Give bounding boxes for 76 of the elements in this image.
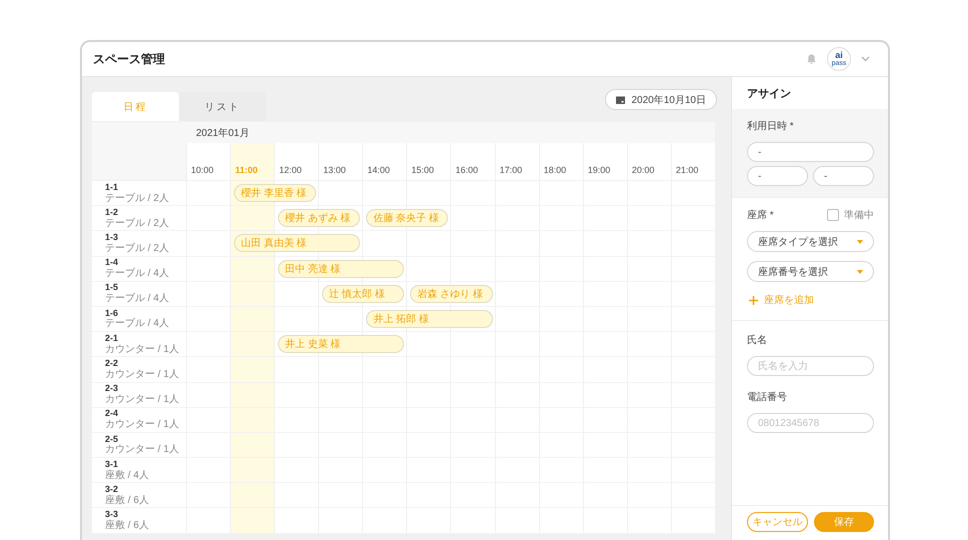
seat-detail: カウンター / 1人	[105, 368, 180, 380]
plus-icon	[749, 296, 758, 304]
seat-name: 1-1	[105, 182, 120, 193]
seat-name: 1-6	[105, 308, 120, 318]
seat-name: 1-3	[105, 233, 120, 243]
bell-icon[interactable]	[806, 53, 817, 65]
booking-pill[interactable]: 井上 拓郎 様	[366, 310, 493, 328]
tab[interactable]: リスト	[179, 92, 266, 121]
phone-input[interactable]: 08012345678	[747, 413, 874, 433]
chevron-down-icon[interactable]	[861, 56, 870, 62]
seat-detail: 座敷 / 6人	[105, 520, 150, 531]
seat-detail: カウンター / 1人	[105, 444, 180, 456]
hour-header: 20:00	[626, 143, 671, 180]
calendar-icon	[616, 95, 624, 104]
seat-detail: テーブル / 2人	[105, 242, 170, 254]
hour-header: 16:00	[450, 143, 495, 180]
booking-pill[interactable]: 佐藤 奈央子 様	[366, 209, 448, 228]
save-button[interactable]: 保存	[814, 512, 874, 532]
seat-name: 3-2	[105, 484, 120, 494]
hour-header: 21:00	[670, 143, 715, 180]
dropdown-triangle-icon	[857, 240, 863, 244]
checkbox[interactable]	[827, 209, 839, 221]
seat-type-select[interactable]: 座席タイプを選択	[747, 231, 874, 252]
panel-title: アサイン	[746, 87, 792, 102]
seat-name: 2-1	[105, 334, 120, 344]
date-field[interactable]: -	[747, 142, 874, 162]
seat-detail: テーブル / 4人	[105, 268, 170, 280]
dropdown-triangle-icon	[857, 270, 863, 274]
hour-header: 14:00	[362, 143, 406, 180]
booking-pill[interactable]: 櫻井 李里香 様	[234, 184, 316, 202]
booking-pill[interactable]: 岩森 さゆり 様	[410, 284, 493, 303]
field-label: 氏名	[747, 334, 768, 347]
seat-detail: カウンター / 1人	[105, 344, 180, 355]
hour-header: 18:00	[538, 143, 583, 180]
seat-name: 2-4	[105, 409, 120, 420]
seat-name: 3-1	[105, 460, 120, 470]
seat-name: 2-3	[105, 384, 120, 394]
hour-header: 17:00	[494, 143, 539, 180]
booking-pill[interactable]: 井上 史菜 様	[278, 335, 404, 354]
seat-detail: テーブル / 2人	[105, 192, 170, 204]
seat-name: 1-2	[105, 208, 120, 218]
start-time-field[interactable]: -	[747, 166, 808, 186]
seat-name: 3-3	[105, 510, 120, 520]
cancel-button[interactable]: キャンセル	[747, 512, 808, 532]
hour-header: 13:00	[318, 143, 362, 180]
seat-detail: カウンター / 1人	[105, 394, 180, 406]
booking-pill[interactable]: 山田 真由美 様	[234, 234, 360, 252]
seat-number-select[interactable]: 座席番号を選択	[747, 261, 874, 282]
month-label: 2021年01月	[195, 126, 250, 140]
seat-detail: 座敷 / 6人	[105, 494, 150, 506]
end-time-field[interactable]: -	[813, 166, 874, 186]
booking-pill[interactable]: 田中 亮達 様	[278, 260, 404, 278]
hour-header: 12:00	[274, 143, 318, 180]
name-input[interactable]: 氏名を入力	[747, 356, 874, 376]
seat-detail: テーブル / 4人	[105, 293, 170, 304]
booking-pill[interactable]: 辻 慎太郎 様	[322, 284, 404, 303]
seat-detail: テーブル / 2人	[105, 218, 170, 229]
checkbox-label: 準備中	[844, 208, 874, 222]
seat-detail: 座敷 / 4人	[105, 470, 150, 481]
date-picker-button[interactable]: 2020年10月10日	[604, 89, 717, 110]
tab[interactable]: 日程	[92, 92, 179, 121]
seat-name: 2-5	[105, 434, 120, 444]
field-label: 電話番号	[747, 390, 788, 404]
hour-header: 15:00	[406, 143, 450, 180]
hour-header: 11:00	[230, 143, 274, 180]
hour-header: 19:00	[582, 143, 627, 180]
seat-detail: カウンター / 1人	[105, 419, 180, 430]
field-label: 利用日時 *	[747, 120, 795, 133]
seat-detail: テーブル / 4人	[105, 318, 170, 330]
field-label: 座席 *	[747, 208, 774, 222]
seat-name: 1-4	[105, 258, 120, 268]
seat-name: 1-5	[105, 283, 120, 294]
add-seat-button[interactable]: 座席を追加	[747, 291, 816, 309]
booking-pill[interactable]: 櫻井 あずみ 様	[278, 209, 360, 228]
page-title: スペース管理	[93, 50, 165, 68]
seat-name: 2-2	[105, 358, 120, 369]
